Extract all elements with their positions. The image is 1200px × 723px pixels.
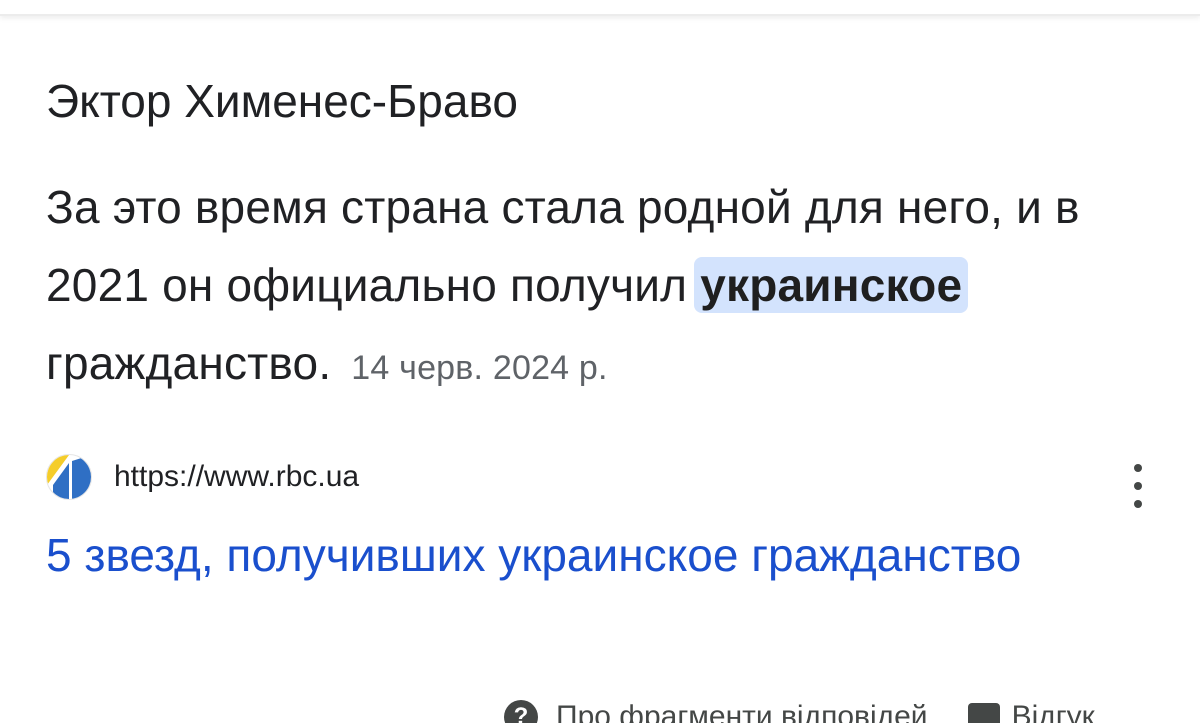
- snippet-text-end: гражданство.: [46, 337, 332, 389]
- highlighted-term: украинское: [694, 257, 969, 313]
- source-url[interactable]: https://www.rbc.ua: [114, 460, 359, 494]
- entity-title: Эктор Хименес-Браво: [46, 75, 518, 127]
- snippet-footer: ? Про фрагменти відповідей Відгук: [504, 700, 1095, 723]
- result-title-link[interactable]: 5 звезд, получивших украинское гражданст…: [46, 520, 1046, 590]
- featured-snippet: Эктор Хименес-Браво За это время страна …: [46, 70, 1156, 407]
- feedback-link[interactable]: Відгук: [1012, 700, 1095, 723]
- search-result-page: Эктор Хименес-Браво За это время страна …: [0, 0, 1200, 723]
- more-vert-icon[interactable]: [1124, 464, 1152, 508]
- snippet-text: За это время страна стала родной для нег…: [46, 168, 1156, 407]
- previous-card-edge: [0, 0, 1200, 16]
- snippet-date: 14 черв. 2024 р.: [351, 349, 608, 387]
- rbc-favicon-icon: [46, 454, 92, 500]
- source-row[interactable]: https://www.rbc.ua: [46, 454, 359, 500]
- help-circle-icon[interactable]: ?: [504, 700, 538, 723]
- feedback-icon[interactable]: [967, 703, 1000, 723]
- about-snippets-link[interactable]: Про фрагменти відповідей: [556, 700, 928, 723]
